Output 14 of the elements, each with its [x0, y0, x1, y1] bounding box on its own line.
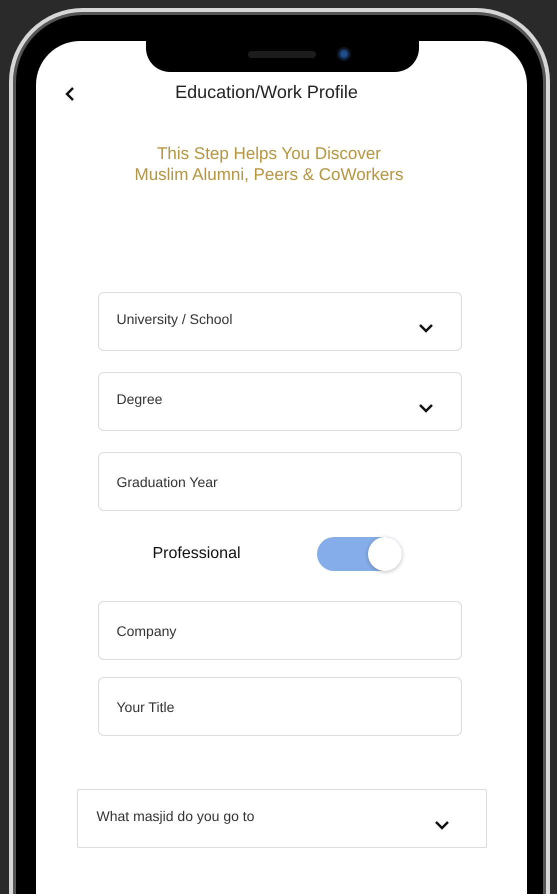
toggle-label: Professional: [152, 545, 241, 563]
input-field[interactable]: Graduation Year: [98, 452, 462, 511]
intro-text: This Step Helps You Discover Muslim Alumni, Peers & CoWorkers: [134, 143, 404, 185]
chevron-down-icon: [434, 820, 450, 830]
chevron-down-icon: [418, 322, 434, 332]
select-field[interactable]: Degree: [98, 372, 462, 431]
select-field[interactable]: University / School: [98, 292, 462, 351]
toggle-switch[interactable]: [316, 537, 402, 571]
back-icon: [64, 86, 76, 102]
page-title: Education/Work Profile: [175, 82, 358, 103]
input-field[interactable]: Company: [98, 601, 462, 660]
input-field[interactable]: Your Title: [98, 677, 462, 736]
chevron-down-icon: [418, 402, 434, 412]
select-field[interactable]: What masjid do you go to: [76, 789, 486, 848]
